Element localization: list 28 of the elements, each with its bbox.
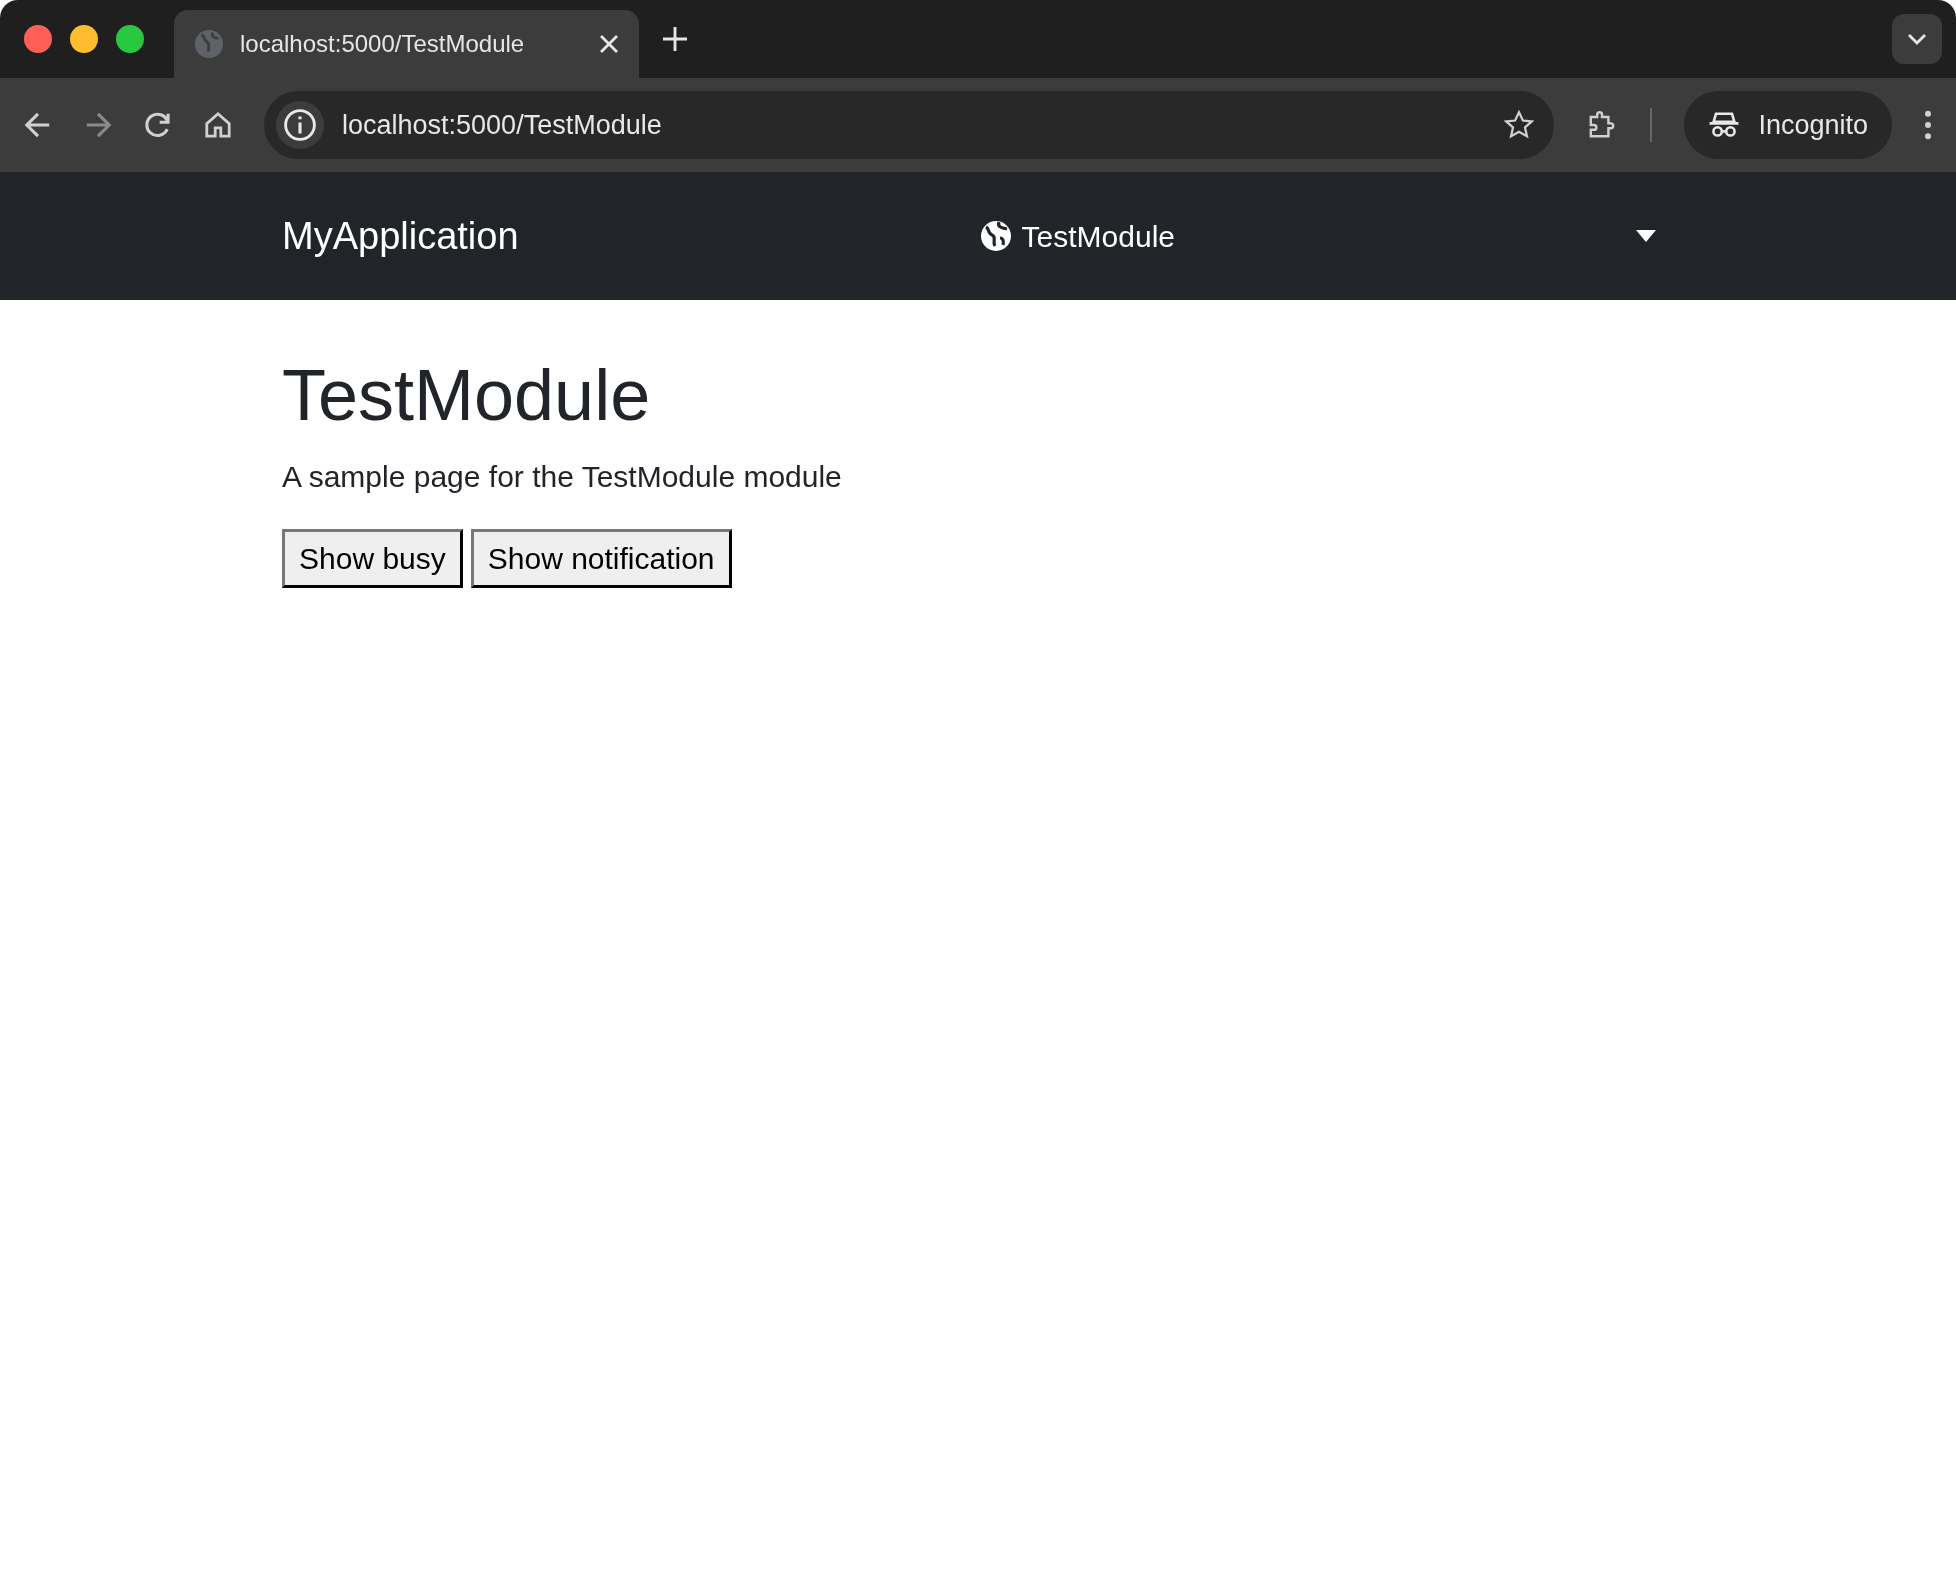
close-window-button[interactable] (24, 25, 52, 53)
browser-tab[interactable]: localhost:5000/TestModule (174, 10, 639, 78)
star-icon[interactable] (1504, 110, 1535, 140)
info-icon[interactable] (276, 101, 324, 149)
address-bar[interactable]: localhost:5000/TestModule (264, 91, 1555, 159)
action-button[interactable]: Show notification (470, 529, 732, 589)
menu-icon[interactable] (1924, 110, 1932, 140)
back-icon[interactable] (24, 111, 52, 139)
action-button[interactable]: Show busy (282, 529, 463, 589)
incognito-button[interactable]: Incognito (1684, 91, 1892, 159)
incognito-icon (1708, 110, 1741, 140)
caret-icon[interactable] (1636, 230, 1656, 242)
tab-search-button[interactable] (1892, 14, 1942, 64)
reload-icon[interactable] (144, 111, 172, 139)
new-tab-icon[interactable] (663, 27, 687, 51)
forward-icon[interactable] (84, 111, 112, 139)
page-description: A sample page for the TestModule module (282, 459, 843, 496)
maximize-window-button[interactable] (116, 25, 144, 53)
tab-title: localhost:5000/TestModule (240, 29, 526, 59)
module-link[interactable]: TestModule (979, 213, 1175, 259)
globe-icon (194, 29, 224, 59)
close-icon[interactable] (599, 34, 619, 54)
page-title: TestModule (282, 354, 652, 437)
minimize-window-button[interactable] (70, 25, 98, 53)
globe-icon (979, 220, 1012, 252)
chevron-down-icon (1907, 33, 1927, 45)
home-icon[interactable] (204, 111, 232, 139)
app-brand[interactable]: MyApplication (282, 207, 519, 265)
